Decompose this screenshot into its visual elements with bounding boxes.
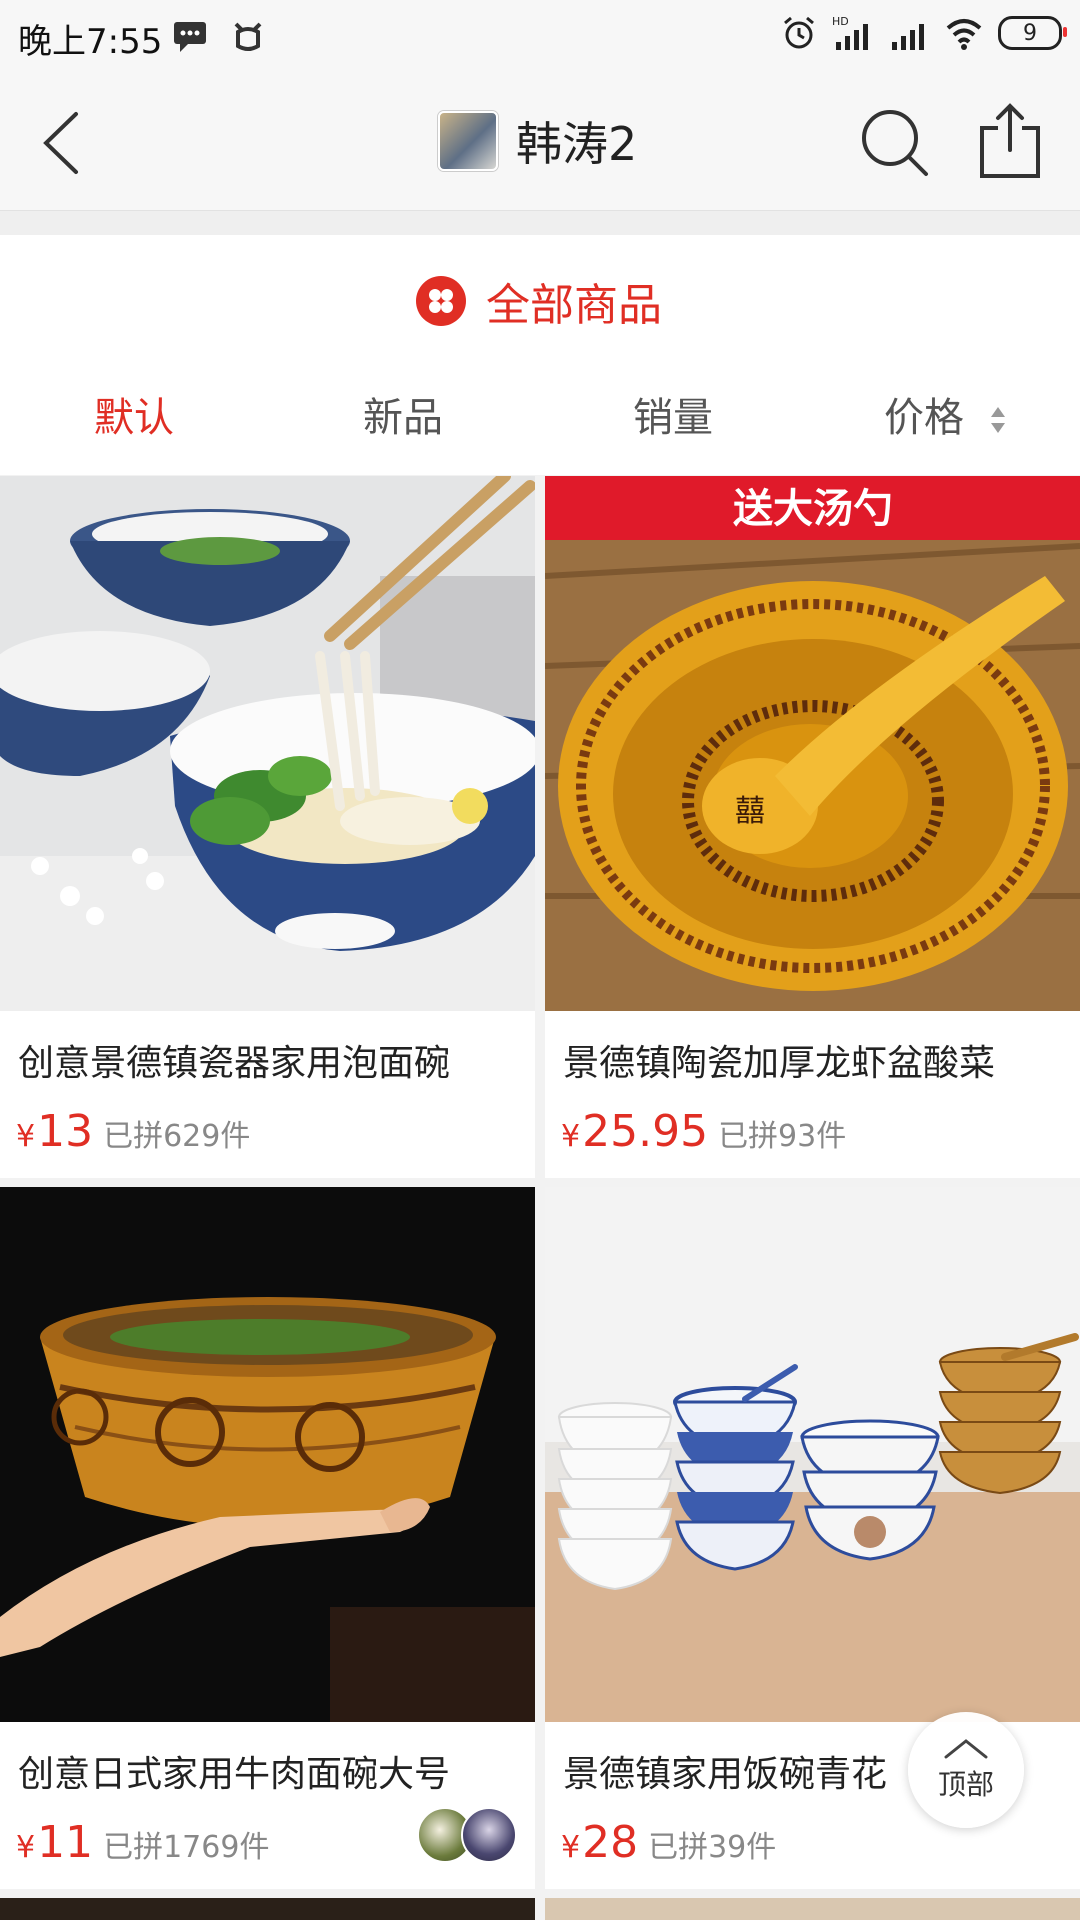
sort-arrows-icon — [990, 407, 1005, 433]
hd-signal-icon: HD — [832, 15, 868, 50]
message-icon — [174, 22, 206, 52]
all-goods-label: 全部商品 — [486, 280, 662, 331]
product-price-value: 11 — [37, 1817, 94, 1868]
back-arrow-icon[interactable] — [28, 98, 108, 188]
battery-indicator: 9 — [998, 16, 1067, 50]
status-time: 晚上7:55 — [18, 22, 163, 62]
shop-name: 韩涛2 — [516, 117, 638, 171]
sort-tab-new[interactable]: 新品 — [363, 385, 443, 443]
status-bar: 晚上7:55 HD 9 — [0, 0, 1080, 72]
all-goods-title: 全部商品 — [416, 269, 662, 333]
sort-tabs: 默认 新品 销量 价格 — [0, 385, 1080, 455]
product-title: 创意景德镇瓷器家用泡面碗 — [18, 1043, 451, 1084]
share-icon[interactable] — [976, 102, 1046, 182]
assistant-icon — [234, 22, 262, 51]
sold-count: 已拼629件 — [103, 1119, 251, 1154]
product-title: 景德镇陶瓷加厚龙虾盆酸菜 — [563, 1043, 996, 1084]
product-image — [0, 1187, 535, 1722]
sort-tab-price-label: 价格 — [884, 395, 964, 441]
product-title: 创意日式家用牛肉面碗大号 — [18, 1754, 451, 1795]
product-price: ¥11 — [16, 1817, 93, 1868]
product-price-value: 28 — [582, 1817, 639, 1868]
shop-title[interactable]: 韩涛2 — [438, 108, 637, 174]
currency-symbol: ¥ — [561, 1119, 581, 1154]
back-to-top-button[interactable]: 顶部 — [908, 1712, 1024, 1828]
sort-tab-price[interactable]: 价格 — [884, 385, 1007, 443]
sort-tab-default[interactable]: 默认 — [94, 385, 174, 443]
chevron-up-icon — [944, 1739, 988, 1759]
product-price: ¥28 — [561, 1817, 638, 1868]
shop-header: 韩涛2 — [0, 72, 1080, 211]
search-icon[interactable] — [858, 106, 932, 180]
wifi-icon — [946, 19, 982, 50]
product-title: 景德镇家用饭碗青花 — [563, 1754, 888, 1795]
goods-section: 全部商品 默认 新品 销量 价格 — [0, 235, 1080, 475]
currency-symbol: ¥ — [16, 1119, 36, 1154]
currency-symbol: ¥ — [16, 1830, 36, 1865]
sort-tab-sales[interactable]: 销量 — [633, 385, 713, 443]
promo-badge: 送大汤勺 — [733, 486, 893, 532]
sold-count: 已拼39件 — [648, 1830, 777, 1865]
battery-level: 9 — [1023, 20, 1037, 46]
shop-avatar — [438, 111, 498, 171]
sold-count: 已拼93件 — [718, 1119, 847, 1154]
product-card[interactable]: 创意景德镇瓷器家用泡面碗 ¥13 已拼629件 — [0, 476, 535, 1178]
back-to-top-label: 顶部 — [937, 1768, 994, 1801]
product-price: ¥25.95 — [561, 1106, 708, 1157]
product-card[interactable]: 囍 送大汤勺 景德镇陶瓷加厚龙虾盆酸菜 ¥25.95 已拼93件 — [545, 476, 1080, 1178]
product-card[interactable]: 创意日式家用牛肉面碗大号 ¥11 已拼1769件 — [0, 1187, 535, 1889]
signal-icon — [892, 24, 924, 50]
product-price-value: 13 — [37, 1106, 94, 1157]
product-image: 囍 送大汤勺 — [545, 476, 1080, 1011]
alarm-icon — [784, 16, 814, 49]
svg-text:囍: 囍 — [735, 794, 765, 829]
sold-count: 已拼1769件 — [103, 1830, 270, 1865]
avatar — [461, 1807, 517, 1863]
product-image — [545, 1187, 1080, 1722]
currency-symbol: ¥ — [561, 1830, 581, 1865]
category-grid-icon — [416, 276, 466, 326]
product-price: ¥13 — [16, 1106, 93, 1157]
product-price-value: 25.95 — [582, 1106, 709, 1157]
product-image — [0, 476, 535, 1011]
buyer-avatars — [417, 1807, 517, 1863]
svg-text:HD: HD — [832, 15, 849, 28]
